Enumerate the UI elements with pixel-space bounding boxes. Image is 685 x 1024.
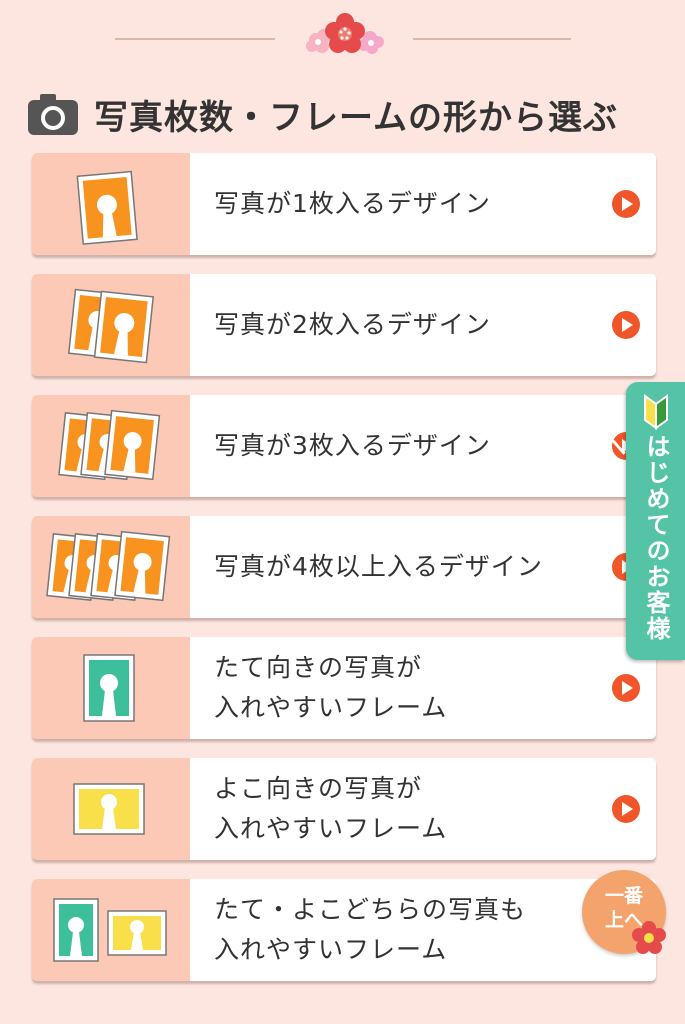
category-four-or-more-photos[interactable]: 写真が4枚以上入るデザイン: [32, 516, 656, 618]
category-portrait-and-landscape-frame[interactable]: たて・よこどちらの写真も 入れやすいフレーム: [32, 879, 656, 981]
section-heading: 写真枚数・フレームの形から選ぶ: [26, 88, 666, 140]
camera-icon: [28, 94, 78, 135]
category-two-photos[interactable]: 写真が2枚入るデザイン: [32, 274, 656, 376]
thumb-area: [32, 637, 190, 739]
thumb-area: [32, 153, 190, 255]
beginner-leaf-icon: [644, 394, 668, 430]
arrow-right-icon: [612, 795, 640, 823]
category-label: 写真が3枚入るデザイン: [214, 431, 491, 460]
arrow-right-icon: [612, 311, 640, 339]
category-label: 写真が1枚入るデザイン: [214, 189, 491, 218]
back-to-top-button[interactable]: 一番 上へ: [582, 870, 666, 954]
thumb-area: [32, 879, 190, 981]
category-label: よこ向きの写真が 入れやすいフレーム: [214, 774, 448, 843]
thumb-area: [32, 274, 190, 376]
four-photo-frames-icon: [46, 530, 171, 602]
category-one-photo[interactable]: 写真が1枚入るデザイン: [32, 153, 656, 255]
thumb-area: [32, 516, 190, 618]
beginner-guide-label: はじめてのお客様へ: [598, 434, 670, 642]
landscape-frame-icon: [73, 783, 145, 835]
one-photo-frame-icon: [76, 170, 138, 245]
thumb-area: [32, 395, 190, 497]
plum-blossom-icon: [306, 13, 384, 54]
plum-flower-icon: [632, 921, 666, 954]
arrow-right-icon: [612, 674, 640, 702]
section-title: 写真枚数・フレームの形から選ぶ: [94, 97, 618, 138]
divider-line-right: [413, 38, 571, 40]
category-label: 写真が4枚以上入るデザイン: [214, 552, 543, 581]
beginner-guide-tab[interactable]: はじめてのお客様へ: [598, 382, 685, 660]
two-photo-frames-icon: [67, 288, 155, 364]
category-three-photos[interactable]: 写真が3枚入るデザイン: [32, 395, 656, 497]
portrait-and-landscape-frames-icon: [53, 898, 167, 962]
thumb-area: [32, 758, 190, 860]
design-category-list: 写真が1枚入るデザイン 写真が2枚入るデザイン 写真が3枚入るデザイン 写真が4…: [32, 153, 656, 1000]
header-decoration: [0, 0, 685, 70]
arrow-right-icon: [612, 190, 640, 218]
category-portrait-frame[interactable]: たて向きの写真が 入れやすいフレーム: [32, 637, 656, 739]
divider-line-left: [115, 38, 275, 40]
category-label: 写真が2枚入るデザイン: [214, 310, 491, 339]
three-photo-frames-icon: [58, 409, 161, 481]
portrait-frame-icon: [83, 654, 135, 722]
category-label: たて向きの写真が 入れやすいフレーム: [214, 653, 448, 722]
category-landscape-frame[interactable]: よこ向きの写真が 入れやすいフレーム: [32, 758, 656, 860]
